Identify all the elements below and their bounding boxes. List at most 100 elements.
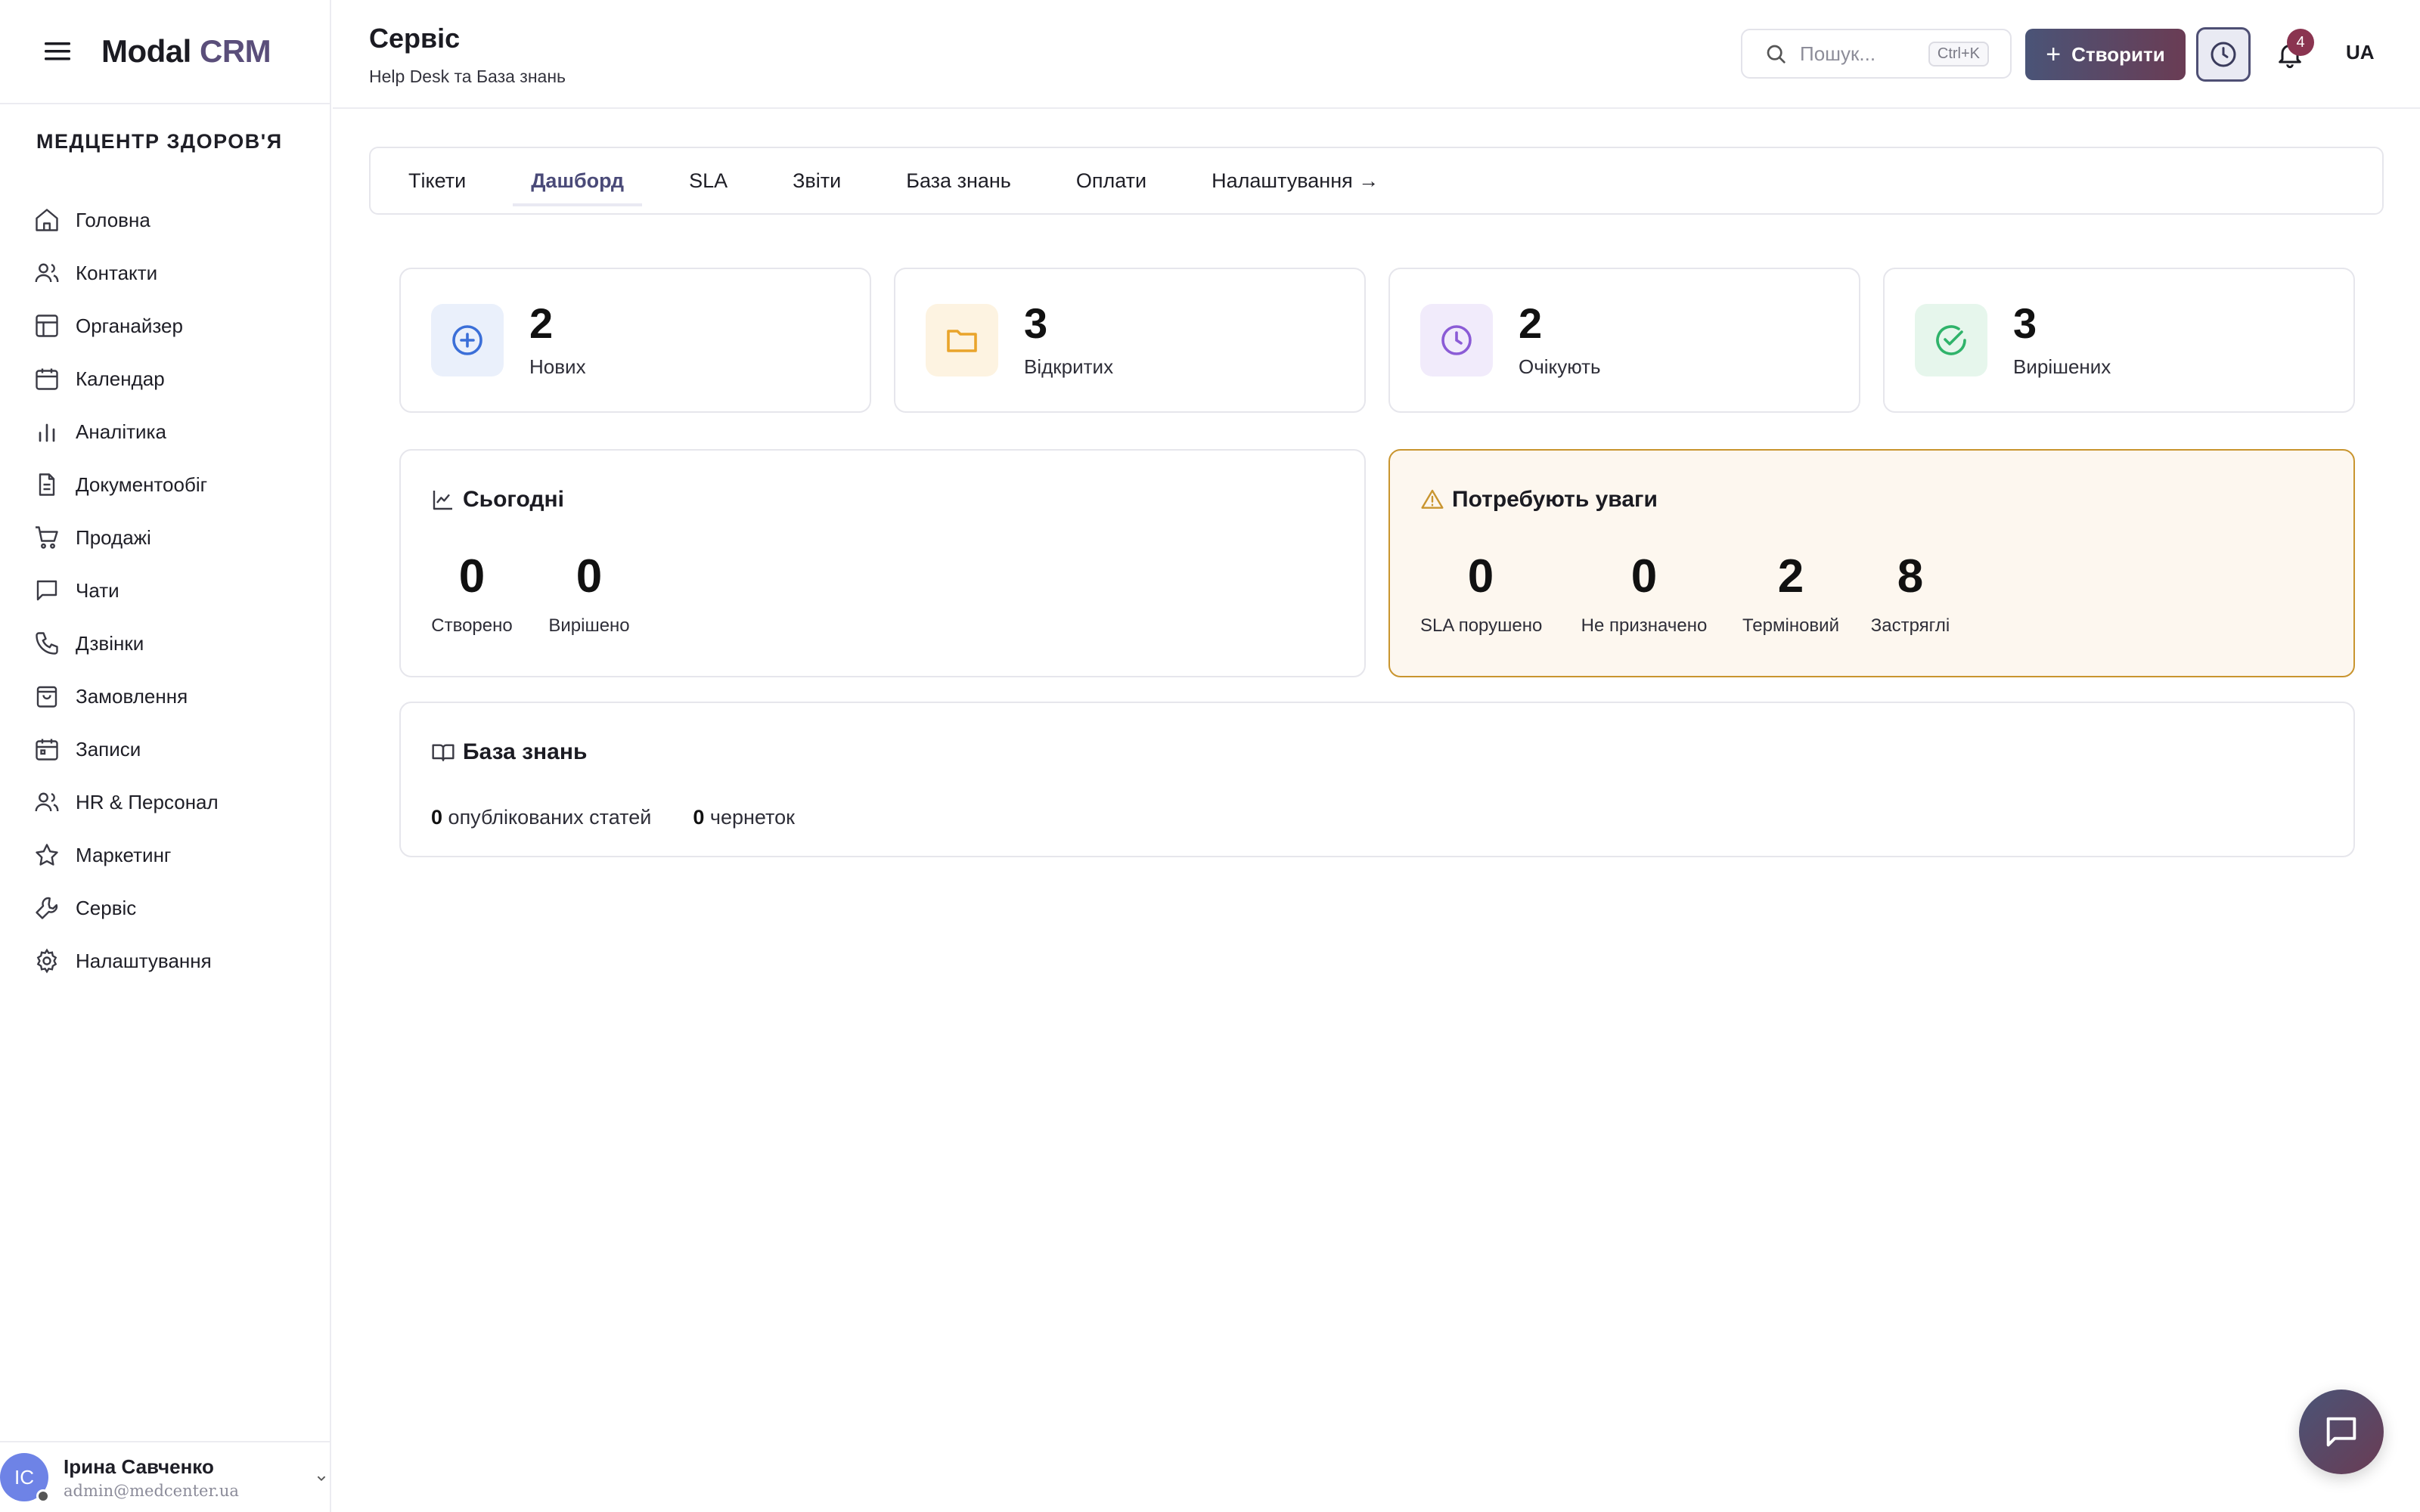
stat-card-resolved[interactable]: 3 Вирішених [1883, 268, 2355, 413]
metric-value: 0 [1467, 550, 1494, 603]
layout-icon [36, 314, 58, 337]
sidebar-item-calendar[interactable]: Календар [0, 352, 330, 405]
drafts-count: 0 [693, 806, 705, 829]
sidebar-item-home[interactable]: Головна [0, 194, 330, 246]
top-header: Сервіс Help Desk та База знань Пошук... … [333, 0, 2420, 109]
knowledge-title: База знань [431, 739, 587, 765]
sidebar-header: Modal CRM [0, 0, 330, 104]
create-button-label: Створити [2071, 42, 2165, 66]
sidebar-item-label: Документообіг [76, 472, 208, 496]
avatar: IC [0, 1453, 50, 1503]
metric-label: Вирішено [548, 615, 630, 636]
stat-card-new[interactable]: 2 Нових [399, 268, 871, 413]
cart-icon [36, 526, 58, 549]
sidebar-item-chats[interactable]: Чати [0, 564, 330, 617]
drafts-label: чернеток [709, 806, 795, 829]
metric-resolved: 0 Вирішено [548, 553, 631, 637]
user-profile[interactable]: IC Ірина Савченко admin@medcenter.ua [0, 1441, 330, 1512]
sidebar-item-label: Сервіс [76, 896, 137, 919]
metric-label: Створено [431, 615, 513, 636]
sidebar-item-settings[interactable]: Налаштування [0, 934, 330, 987]
clock-icon [1441, 325, 1472, 355]
knowledge-title-text: База знань [463, 739, 588, 764]
sidebar-nav: Головна Контакти Органайзер Календар Ана… [0, 194, 330, 987]
stat-label: Відкритих [1024, 355, 1114, 378]
tab-sla[interactable]: SLA [689, 158, 728, 203]
bag-icon [36, 686, 57, 708]
search-placeholder: Пошук... [1800, 42, 1876, 65]
app-logo[interactable]: Modal CRM [101, 33, 271, 70]
user-info: Ірина Савченко admin@medcenter.ua [64, 1455, 239, 1500]
sidebar-item-label: Контакти [76, 261, 158, 284]
gear-icon [36, 948, 57, 974]
users-icon [35, 792, 59, 812]
metric-value: 0 [458, 550, 486, 603]
sidebar-item-documents[interactable]: Документообіг [0, 458, 330, 511]
sidebar-item-label: Календар [76, 367, 165, 390]
menu-icon[interactable] [42, 36, 73, 67]
chevron-down-icon[interactable] [313, 1470, 330, 1486]
today-panel: Сьогодні 0 Створено 0 Вирішено [399, 449, 1366, 677]
metric-unassigned: 0 Не призначено [1578, 553, 1711, 637]
stat-value: 2 [529, 299, 554, 347]
bar-chart-icon [39, 423, 55, 442]
metric-value: 2 [1777, 550, 1804, 603]
create-button[interactable]: + Створити [2025, 29, 2186, 80]
metric-urgent: 2 Терміновий [1741, 553, 1841, 637]
chat-button[interactable] [2299, 1390, 2384, 1474]
tab-tickets[interactable]: Тікети [408, 158, 466, 203]
stat-label: Нових [529, 355, 586, 378]
sidebar-item-hr[interactable]: HR & Персонал [0, 776, 330, 829]
home-icon [36, 209, 58, 231]
stat-text: 2 Очікують [1519, 302, 1601, 379]
language-switch[interactable]: UA [2346, 41, 2375, 64]
sidebar-item-organizer[interactable]: Органайзер [0, 299, 330, 352]
metric-value: 8 [1897, 550, 1924, 603]
logo-part-2: CRM [200, 33, 271, 69]
folder-icon [947, 330, 977, 352]
warning-icon [1421, 489, 1444, 509]
sidebar-item-service[interactable]: Сервіс [0, 881, 330, 934]
sidebar: Modal CRM МЕДЦЕНТР ЗДОРОВ'Я Головна Конт… [0, 0, 331, 1512]
tab-dashboard[interactable]: Дашборд [513, 158, 642, 206]
sidebar-item-marketing[interactable]: Маркетинг [0, 829, 330, 881]
page-subtitle: Help Desk та База знань [369, 67, 566, 86]
sidebar-item-appointments[interactable]: Записи [0, 723, 330, 776]
search-input[interactable]: Пошук... Ctrl+K [1741, 29, 2012, 79]
metric-value: 0 [576, 550, 603, 603]
stat-card-pending[interactable]: 2 Очікують [1388, 268, 1860, 413]
calendar-icon [36, 368, 58, 390]
stat-card-open[interactable]: 3 Відкритих [894, 268, 1366, 413]
stat-icon-box [431, 304, 504, 376]
logo-part-1: Modal [101, 33, 191, 69]
tab-settings[interactable]: Налаштування → [1212, 158, 1379, 203]
sidebar-item-contacts[interactable]: Контакти [0, 246, 330, 299]
stat-icon-box [926, 304, 998, 376]
tab-knowledge-base[interactable]: База знань [906, 158, 1011, 203]
sidebar-item-label: Продажі [76, 525, 151, 549]
star-icon [36, 844, 58, 866]
tab-reports[interactable]: Звіти [793, 158, 841, 203]
sidebar-item-analytics[interactable]: Аналітика [0, 405, 330, 458]
stat-label: Очікують [1519, 355, 1601, 378]
sidebar-item-label: Записи [76, 737, 141, 761]
user-name: Ірина Савченко [64, 1455, 214, 1478]
metric-value: 0 [1630, 550, 1658, 603]
sidebar-item-calls[interactable]: Дзвінки [0, 617, 330, 670]
metric-label: Не призначено [1581, 615, 1708, 636]
history-button[interactable] [2196, 27, 2251, 82]
tab-payments[interactable]: Оплати [1076, 158, 1146, 203]
organization-name: МЕДЦЕНТР ЗДОРОВ'Я [36, 130, 283, 153]
file-icon [39, 473, 55, 496]
sidebar-item-label: HR & Персонал [76, 790, 219, 813]
avatar-initials: IC [14, 1465, 34, 1489]
sidebar-item-orders[interactable]: Замовлення [0, 670, 330, 723]
sidebar-item-sales[interactable]: Продажі [0, 511, 330, 564]
calendar-check-icon [36, 739, 58, 761]
line-chart-icon [433, 491, 452, 510]
tab-bar: Тікети Дашборд SLA Звіти База знань Опла… [369, 147, 2384, 215]
metric-label: Застряглі [1870, 615, 1950, 636]
stat-icon-box [1420, 304, 1493, 376]
user-email: admin@medcenter.ua [64, 1481, 239, 1500]
stat-text: 2 Нових [529, 302, 586, 379]
